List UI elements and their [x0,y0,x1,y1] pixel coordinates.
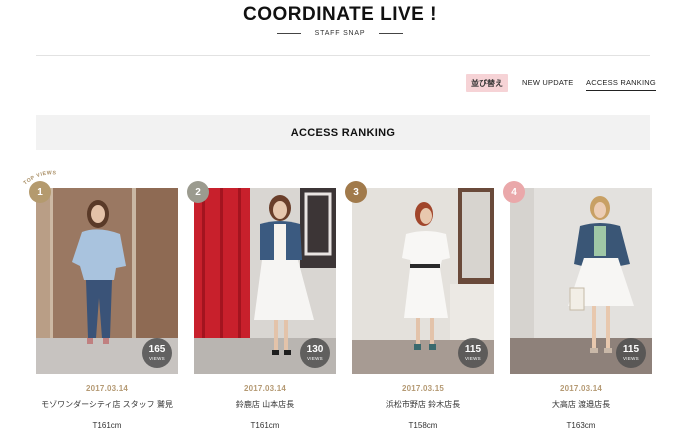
staff-name: モゾワンダーシティ店 スタッフ 鷲見 [41,400,173,409]
ranking-cards: 1 165 VIEWS 2017.03.14 モゾワンダーシティ店 スタッフ 鷲… [0,0,680,436]
card-meta: 2017.03.14 鈴鹿店 山本店長 T161cm [194,384,336,430]
rank-badge: 2 [187,181,209,203]
card-meta: 2017.03.14 大高店 渡邉店長 T163cm [510,384,652,430]
views-count: 115 [622,343,640,355]
views-count: 115 [464,343,482,355]
staff-name: 浜松市野店 鈴木店長 [385,400,461,409]
card-meta: 2017.03.15 浜松市野店 鈴木店長 T158cm [352,384,494,430]
views-count: 130 [306,343,324,355]
coordinate-photo[interactable]: 115 VIEWS [510,188,652,374]
staff-height: T158cm [408,421,438,430]
views-label: VIEWS [464,355,481,361]
views-badge: 115 VIEWS [458,338,488,368]
views-badge: 115 VIEWS [616,338,646,368]
coordinate-photo[interactable]: 165 VIEWS [36,188,178,374]
coordinate-photo[interactable]: 115 VIEWS [352,188,494,374]
post-date: 2017.03.14 [85,384,129,393]
post-date: 2017.03.14 [243,384,287,393]
rank-badge: 1 [29,181,51,203]
views-badge: 130 VIEWS [300,338,330,368]
views-badge: 165 VIEWS [142,338,172,368]
staff-height: T161cm [250,421,280,430]
post-date: 2017.03.15 [401,384,445,393]
staff-name: 鈴鹿店 山本店長 [235,400,295,409]
card-meta: 2017.03.14 モゾワンダーシティ店 スタッフ 鷲見 T161cm [36,384,178,430]
views-label: VIEWS [306,355,323,361]
staff-name: 大高店 渡邉店長 [551,400,611,409]
rank-badge: 4 [503,181,525,203]
views-count: 165 [148,343,166,355]
views-label: VIEWS [622,355,639,361]
staff-height: T161cm [92,421,122,430]
staff-height: T163cm [566,421,596,430]
rank-badge: 3 [345,181,367,203]
views-label: VIEWS [148,355,165,361]
coordinate-photo[interactable]: 130 VIEWS [194,188,336,374]
post-date: 2017.03.14 [559,384,603,393]
